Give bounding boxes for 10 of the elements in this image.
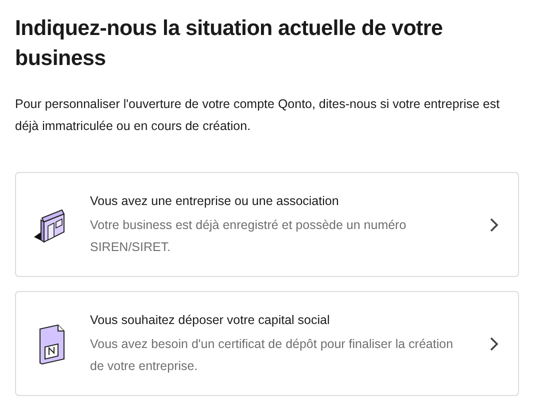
page-title: Indiquez-nous la situation actuelle de votre business: [15, 15, 444, 72]
option-card[interactable]: Vous souhaitez déposer votre capital social Vous avez besoin d'un certificat de dépôt pour finaliser la création de votre entreprise.: [15, 291, 519, 396]
option-description: Vous avez besoin d'un certificat de dépôt pour finaliser la création de votre entreprise.: [90, 336, 454, 375]
option-title: Vous avez une entreprise ou une association: [90, 192, 340, 210]
chevron-right-icon: [488, 216, 500, 232]
chevron-right-icon: [488, 336, 500, 352]
option-card[interactable]: Vous avez une entreprise ou une association Votre business est déjà enregistré et possède un numéro SIREN/SIRET.: [15, 172, 519, 277]
option-title: Vous souhaitez déposer votre capital social: [90, 312, 331, 328]
option-description: Votre business est déjà enregistré et possède un numéro SIREN/SIRET.: [90, 216, 408, 256]
intro-text: Pour personnaliser l'ouverture de votre compte Qonto, dites-nous si votre entreprise est déjà immatriculée ou en cours de création.: [15, 96, 501, 135]
